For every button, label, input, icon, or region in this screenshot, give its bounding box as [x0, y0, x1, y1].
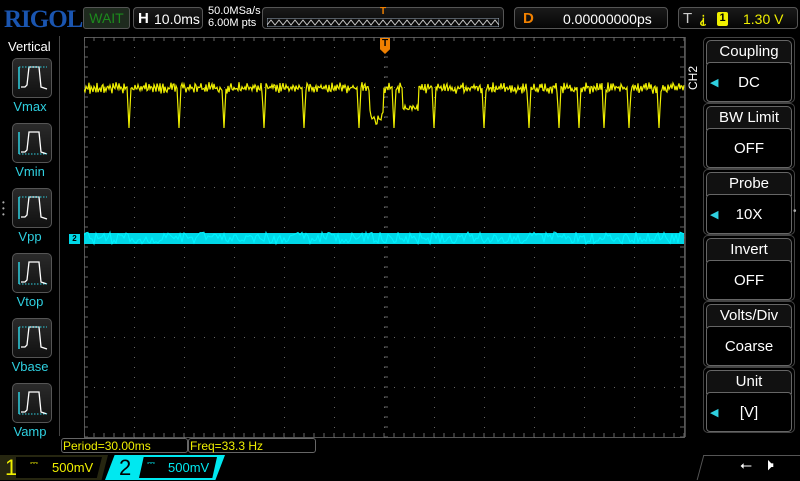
menu-item-value[interactable]: DC	[706, 62, 792, 102]
overview-wave	[267, 18, 499, 27]
menu-item-title: Probe	[706, 172, 792, 196]
measure-vtop-icon	[13, 254, 51, 292]
ch1-number: 1	[5, 455, 17, 481]
measure-vmax-icon	[13, 59, 51, 97]
channel-label: CH2	[686, 66, 700, 90]
measure-vmax-button[interactable]	[12, 58, 52, 98]
ch2-status[interactable]: 2 ⎓ 500mV	[105, 455, 225, 480]
ch1-status[interactable]: 1 ⎓ 500mV	[0, 455, 108, 480]
trigger-label: T	[683, 10, 692, 27]
measure-label: Vbase	[0, 359, 60, 374]
measure-vtop-button[interactable]	[12, 253, 52, 293]
menu-page-dots: • • •	[2, 200, 5, 218]
measure-vmin-icon	[13, 124, 51, 162]
delay-value: 0.00000000ps	[563, 11, 652, 27]
ch2-coupling-icon: ⎓	[147, 458, 155, 469]
select-arrow-icon: ◀	[710, 208, 718, 221]
measure-label: Vamp	[0, 424, 60, 439]
timebase-box[interactable]: H 10.0ms	[133, 7, 203, 29]
speaker-mute-icon[interactable]: 🕨	[763, 455, 774, 475]
trigger-source: 1	[717, 12, 728, 26]
run-status-badge[interactable]: WAIT	[83, 7, 130, 29]
select-arrow-icon: ◀	[710, 76, 718, 89]
measure-vmin-button[interactable]	[12, 123, 52, 163]
ch1-trace	[84, 82, 684, 128]
menu-item-title: Coupling	[706, 40, 792, 64]
delay-box[interactable]: D 0.00000000ps	[514, 7, 668, 29]
menu-item-value[interactable]: OFF	[706, 260, 792, 300]
right-menu-edge	[685, 37, 703, 437]
ch1-coupling-icon: ⎓	[30, 458, 38, 469]
measure-vpp-button[interactable]	[12, 188, 52, 228]
ch2-offset-marker[interactable]: 2	[69, 234, 80, 244]
trigger-box[interactable]: T ⸘ 1 1.30 V	[678, 7, 798, 29]
menu-item-title: Unit	[706, 370, 792, 394]
measure-vamp-button[interactable]	[12, 383, 52, 423]
freq-value: Freq=33.3 Hz	[190, 439, 263, 453]
menu-item-value[interactable]: [V]	[706, 392, 792, 432]
delay-label: D	[523, 10, 534, 27]
menu-item-value[interactable]: OFF	[706, 128, 792, 168]
menu-item-value[interactable]: 10X	[706, 194, 792, 234]
measure-vamp-icon	[13, 384, 51, 422]
overview-trigger-marker: T	[380, 6, 386, 17]
waveform-display[interactable]	[84, 37, 686, 439]
rising-edge-icon: ⸘	[699, 9, 707, 27]
menu-item-value[interactable]: Coarse	[706, 326, 792, 366]
measure-vpp-icon	[13, 189, 51, 227]
measure-label: Vtop	[0, 294, 60, 309]
ch1-scale: 500mV	[52, 460, 93, 475]
h-label: H	[138, 10, 149, 27]
measure-label: Vmin	[0, 164, 60, 179]
timebase-value: 10.0ms	[154, 11, 200, 27]
period-measurement[interactable]: Period=30.00ms	[61, 438, 188, 453]
ch2-number: 2	[119, 455, 131, 481]
measure-label: Vmax	[0, 99, 60, 114]
usb-icon: ⭠	[740, 457, 752, 474]
ch2-scale: 500mV	[168, 460, 209, 475]
period-value: Period=30.00ms	[63, 439, 151, 453]
rigol-logo: RIGOL	[4, 6, 82, 34]
sample-rate: 50.0MSa/s	[208, 5, 261, 17]
waveform-overview[interactable]: T	[262, 7, 504, 29]
select-arrow-icon: ◀	[710, 406, 718, 419]
menu-item-title: BW Limit	[706, 106, 792, 130]
measure-vbase-icon	[13, 319, 51, 357]
measure-vbase-button[interactable]	[12, 318, 52, 358]
trigger-level: 1.30 V	[743, 11, 783, 27]
menu-item-title: Volts/Div	[706, 304, 792, 328]
memory-depth: 6.00M pts	[208, 17, 256, 29]
measure-label: Vpp	[0, 229, 60, 244]
menu-item-title: Invert	[706, 238, 792, 262]
menu-page-indicator: •	[793, 206, 797, 217]
freq-measurement[interactable]: Freq=33.3 Hz	[188, 438, 316, 453]
menu-title: Vertical	[8, 39, 51, 54]
